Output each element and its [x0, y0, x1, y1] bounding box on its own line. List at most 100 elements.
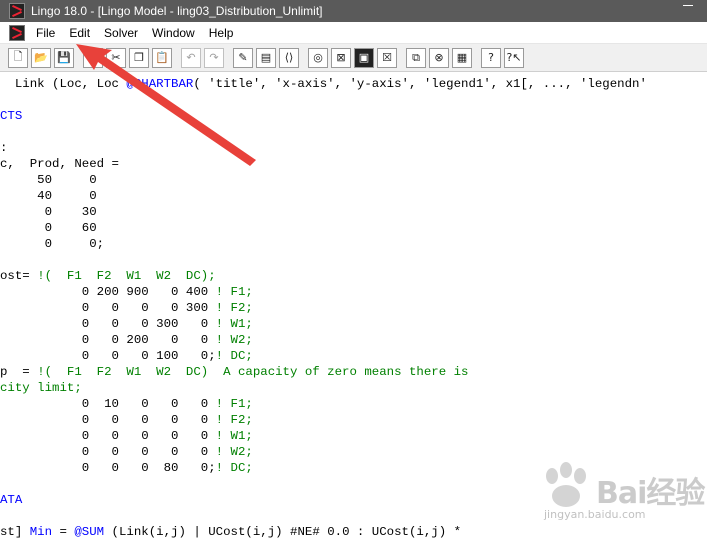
code-line: city limit; [0, 380, 82, 396]
code-line: 50 0 [0, 172, 97, 188]
redo-icon[interactable]: ↷ [204, 47, 224, 68]
window-title: Lingo 18.0 - [Lingo Model - ling03_Distr… [31, 4, 323, 18]
code-keyword: Min [29, 525, 53, 539]
copy-icon[interactable]: ❐ [129, 47, 149, 68]
code-text: (Link(i,j) | UCost(i,j) #NE# 0.0 : UCost… [104, 525, 462, 539]
baidu-watermark: Bai经验 jingyan.baidu.com [538, 462, 707, 522]
code-comment: ! W1; [215, 317, 253, 331]
menu-file[interactable]: File [29, 26, 62, 40]
code-line: 0 0 200 0 0 ! W2; [0, 332, 253, 348]
save-icon[interactable]: 💾 [54, 47, 74, 68]
watermark-url: jingyan.baidu.com [544, 508, 646, 521]
code-line: st] Min = @SUM (Link(i,j) | UCost(i,j) #… [0, 524, 461, 539]
code-line: Link (Loc, Loc @CHARTBAR( 'title', 'x-ax… [0, 76, 647, 92]
code-text: 40 0 [0, 189, 97, 203]
code-line: 0 60 [0, 220, 97, 236]
code-text: 0 30 [0, 205, 97, 219]
code-comment: !( F1 F2 W1 W2 DC); [37, 269, 216, 283]
code-line: 0 0 0 0 0 ! W1; [0, 428, 253, 444]
code-comment: ! F1; [215, 397, 253, 411]
code-text: Link (Loc, Loc [0, 77, 127, 91]
code-comment: ! F2; [215, 413, 253, 427]
code-text: 0 0 200 0 0 [0, 333, 216, 347]
code-text: 0 60 [0, 221, 97, 235]
code-text: ost= [0, 269, 38, 283]
watermark-brand: Bai经验 [596, 476, 705, 511]
find-icon[interactable]: ✎ [233, 47, 253, 68]
undo-icon[interactable]: ↶ [181, 47, 201, 68]
code-line: 0 0 0 0 0 ! F2; [0, 412, 253, 428]
code-text: 0 0 0 0 0 [0, 413, 216, 427]
code-text: 0 200 900 0 400 [0, 285, 216, 299]
code-line: 0 10 0 0 0 ! F1; [0, 396, 253, 412]
code-text: st] [0, 525, 30, 539]
code-line: c, Prod, Need = [0, 156, 119, 172]
context-help-icon[interactable]: ?↖ [504, 47, 524, 68]
code-line: p = !( F1 F2 W1 W2 DC) A capacity of zer… [0, 364, 468, 380]
code-keyword: @SUM [74, 525, 105, 539]
code-text: 0 0 0 80 0; [0, 461, 216, 475]
code-text: 0 0 0 0 0 [0, 445, 216, 459]
code-keyword: ATA [0, 493, 23, 507]
code-comment: ! F2; [215, 301, 253, 315]
code-line: ATA [0, 492, 22, 508]
menu-edit[interactable]: Edit [62, 26, 97, 40]
code-comment: ! W2; [215, 333, 253, 347]
menu-bar: File Edit Solver Window Help [0, 22, 707, 44]
help-icon[interactable]: ? [481, 47, 501, 68]
code-line: 0 200 900 0 400 ! F1; [0, 284, 253, 300]
code-keyword: CTS [0, 109, 23, 123]
solve-icon[interactable]: ◎ [308, 47, 328, 68]
code-comment: ! DC; [215, 349, 253, 363]
lingo-app-icon[interactable] [9, 3, 25, 19]
code-line: ost= !( F1 F2 W1 W2 DC); [0, 268, 216, 284]
code-line: : [0, 140, 7, 156]
menu-window[interactable]: Window [145, 26, 202, 40]
paw-icon [546, 462, 586, 507]
code-comment: city limit; [0, 381, 82, 395]
open-folder-icon[interactable]: 📂 [31, 47, 51, 68]
toolbar: 🗋 📂 💾 🖶 ✂ ❐ 📋 ↶ ↷ ✎ ▤ ⟨⟩ ◎ ⊠ ▣ ☒ ⧉ ⊗ ▦? ?↖ [0, 44, 707, 72]
send-to-back-icon[interactable]: ⧉ [406, 47, 426, 68]
code-line: 0 0; [0, 236, 105, 252]
code-text: 0 0; [0, 237, 105, 251]
code-line: 0 0 0 0 0 ! W2; [0, 444, 253, 460]
document-icon[interactable] [9, 24, 25, 41]
code-comment: ! W1; [215, 429, 253, 443]
code-comment: !( F1 F2 W1 W2 DC) A capacity of zero me… [37, 365, 469, 379]
tile-windows-icon[interactable]: ▦ [452, 47, 472, 68]
code-text: 0 0 0 300 0 [0, 317, 216, 331]
code-text: 0 0 0 100 0; [0, 349, 216, 363]
code-text: 50 0 [0, 173, 97, 187]
code-text: : [0, 141, 8, 155]
code-comment: ! F1; [215, 285, 253, 299]
menu-solver[interactable]: Solver [97, 26, 145, 40]
code-text: ( 'title', 'x-axis', 'y-axis', 'legend1'… [193, 77, 647, 91]
close-window-icon[interactable]: ⊗ [429, 47, 449, 68]
print-icon[interactable]: 🖶 [83, 47, 103, 68]
title-bar: Lingo 18.0 - [Lingo Model - ling03_Distr… [0, 0, 707, 22]
code-text: p = [0, 365, 38, 379]
code-line: 0 0 0 300 0 ! W1; [0, 316, 253, 332]
solution-icon[interactable]: ⊠ [331, 47, 351, 68]
code-line: 0 0 0 0 300 ! F2; [0, 300, 253, 316]
cut-icon[interactable]: ✂ [106, 47, 126, 68]
code-text: 0 0 0 0 0 [0, 429, 216, 443]
code-text: 0 10 0 0 0 [0, 397, 216, 411]
code-line: 0 0 0 80 0;! DC; [0, 460, 253, 476]
paste-icon[interactable]: 📋 [152, 47, 172, 68]
match-parenthesis-icon[interactable]: ⟨⟩ [279, 47, 299, 68]
code-line: 40 0 [0, 188, 97, 204]
code-line: CTS [0, 108, 22, 124]
menu-help[interactable]: Help [202, 26, 241, 40]
code-text: 0 0 0 0 300 [0, 301, 216, 315]
code-line: 0 30 [0, 204, 97, 220]
matrix-picture-icon[interactable]: ▣ [354, 47, 374, 68]
find-next-icon[interactable]: ▤ [256, 47, 276, 68]
close-all-icon[interactable]: ☒ [377, 47, 397, 68]
code-text: = [52, 525, 75, 539]
code-text: c, Prod, Need = [0, 157, 119, 171]
minimize-icon[interactable] [683, 5, 693, 6]
new-file-icon[interactable]: 🗋 [8, 47, 28, 68]
code-line: 0 0 0 100 0;! DC; [0, 348, 253, 364]
